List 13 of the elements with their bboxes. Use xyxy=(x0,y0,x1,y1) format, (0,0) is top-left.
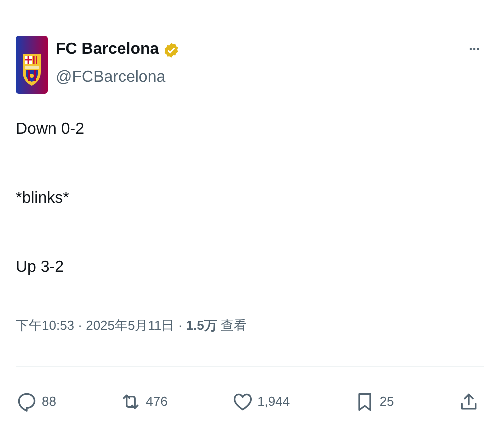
bookmark-count: 25 xyxy=(380,392,394,411)
timestamp-and-views: 下午10:53 · 2025年5月11日 · 1.5万 查看 xyxy=(16,317,248,335)
repost-count: 476 xyxy=(146,392,168,411)
author-handle[interactable]: @FCBarcelona xyxy=(56,68,469,88)
tweet-text: Up 3-2 xyxy=(16,258,66,278)
more-options-button[interactable]: ··· xyxy=(469,42,480,56)
avatar-crest-icon[interactable] xyxy=(16,36,48,94)
reply-count: 88 xyxy=(42,392,56,411)
reply-icon[interactable] xyxy=(16,390,38,412)
tweet-text: Down 0-2 xyxy=(16,120,86,140)
like-count: 1,944 xyxy=(258,392,290,411)
author-name[interactable]: FC Barcelona xyxy=(56,40,160,60)
tweet-text: *blinks* xyxy=(16,189,70,209)
